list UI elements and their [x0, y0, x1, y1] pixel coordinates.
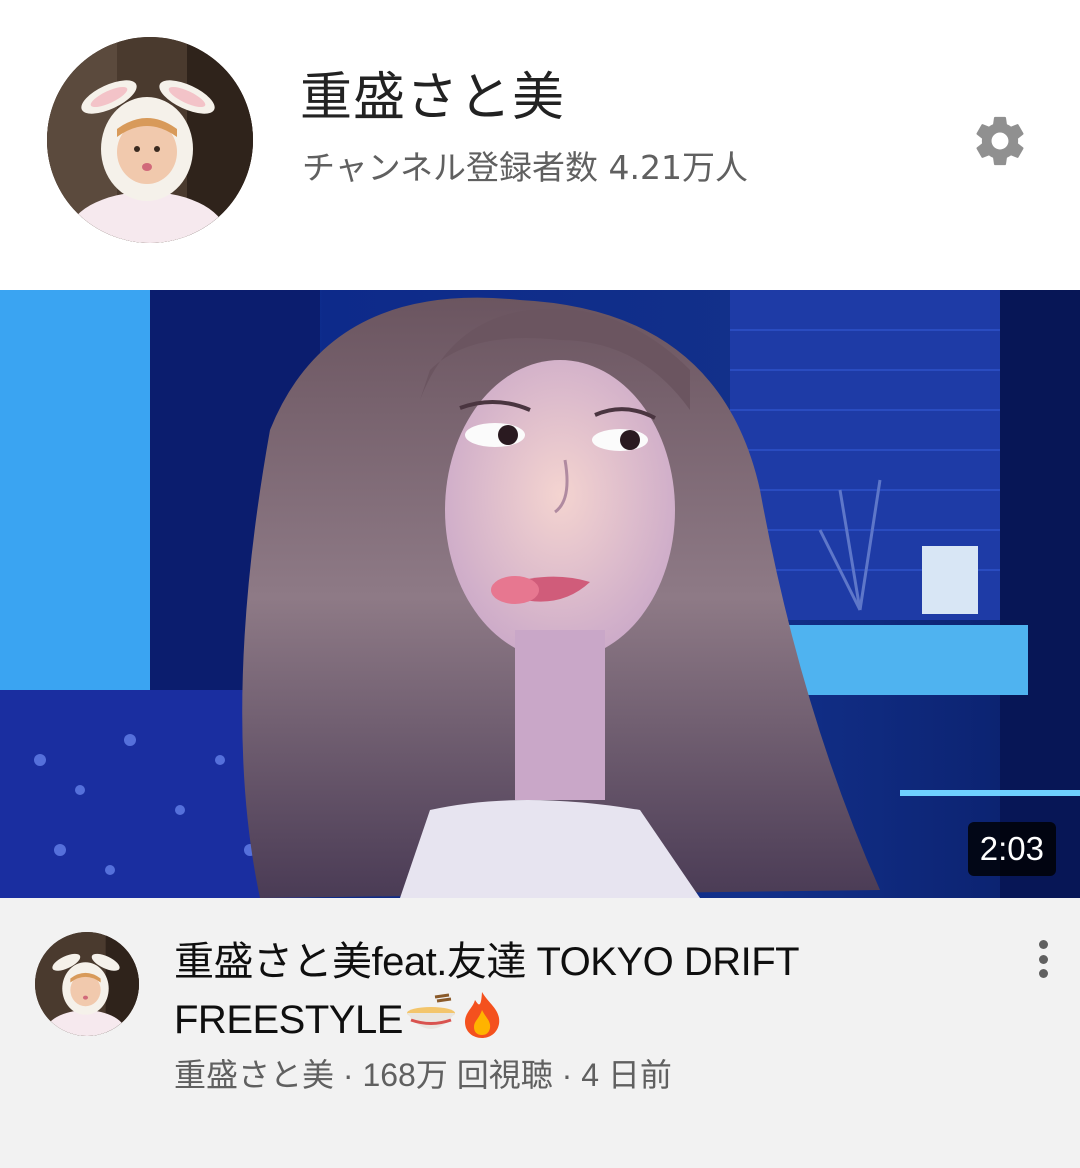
meta-separator: · — [561, 1057, 573, 1093]
video-channel-avatar[interactable] — [35, 932, 139, 1036]
more-dot — [1038, 940, 1048, 949]
upload-age: 4 日前 — [581, 1057, 672, 1093]
more-vert-icon[interactable] — [1020, 934, 1066, 984]
subscriber-count: チャンネル登録者数 4.21万人 — [302, 148, 748, 187]
video-title[interactable]: 重盛さと美feat.友達 TOKYO DRIFT FREESTYLE — [174, 934, 934, 1055]
ramen-bowl-emoji — [405, 993, 457, 1052]
more-dot — [1038, 954, 1048, 964]
video-thumbnail[interactable]: 2:03 — [0, 290, 1080, 898]
channel-avatar[interactable] — [47, 37, 253, 243]
channel-name: 重盛さと美 — [300, 68, 566, 128]
video-info: 重盛さと美feat.友達 TOKYO DRIFT FREESTYLE 重盛さと美… — [0, 898, 1080, 1168]
gear-icon — [976, 116, 1024, 166]
view-count: 168万 回視聴 — [362, 1057, 553, 1093]
thumbnail-image — [0, 290, 1080, 898]
channel-header: 重盛さと美 チャンネル登録者数 4.21万人 — [0, 0, 1080, 290]
fire-emoji — [459, 990, 505, 1055]
settings-button[interactable] — [966, 107, 1034, 175]
more-dot — [1038, 969, 1048, 978]
duration-badge: 2:03 — [967, 822, 1056, 876]
meta-separator: · — [342, 1057, 354, 1093]
video-meta: 重盛さと美 · 168万 回視聴 · 4 日前 — [174, 1052, 672, 1098]
video-channel-name[interactable]: 重盛さと美 — [174, 1057, 334, 1093]
